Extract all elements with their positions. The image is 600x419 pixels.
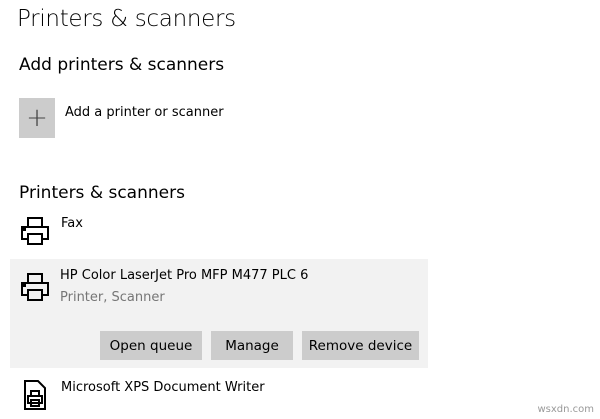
add-printer-label[interactable]: Add a printer or scanner <box>65 105 224 120</box>
list-section-heading: Printers & scanners <box>19 183 185 203</box>
device-subtitle: Printer, Scanner <box>60 290 165 305</box>
printer-icon <box>20 216 50 250</box>
device-name-fax[interactable]: Fax <box>61 216 83 231</box>
document-printer-icon <box>23 380 47 414</box>
manage-button[interactable]: Manage <box>211 331 293 360</box>
add-printer-button[interactable]: + <box>19 98 55 138</box>
printer-icon <box>20 272 50 306</box>
plus-icon: + <box>26 103 48 133</box>
open-queue-button[interactable]: Open queue <box>100 331 202 360</box>
add-section-heading: Add printers & scanners <box>19 55 225 75</box>
page-title: Printers & scanners <box>17 6 236 32</box>
device-name-xps[interactable]: Microsoft XPS Document Writer <box>61 380 265 395</box>
device-name-hp[interactable]: HP Color LaserJet Pro MFP M477 PLC 6 <box>60 268 308 283</box>
watermark: wsxdn.com <box>537 404 594 415</box>
remove-device-button[interactable]: Remove device <box>302 331 419 360</box>
